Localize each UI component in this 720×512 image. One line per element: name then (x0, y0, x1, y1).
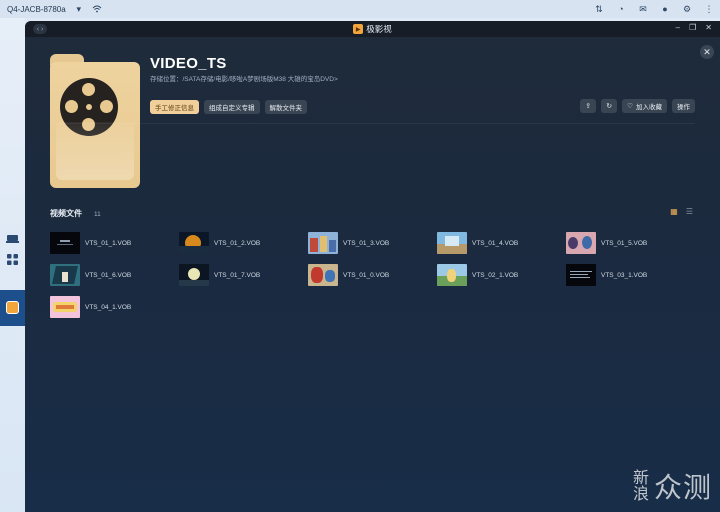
left-dock (0, 18, 25, 512)
file-item[interactable]: VTS_01_0.VOB (308, 263, 433, 287)
device-name[interactable]: Q4-JACB-8780a (7, 5, 66, 14)
gauge-icon[interactable]: ◔ (616, 4, 626, 14)
list-view-icon[interactable]: ☰ (686, 207, 693, 216)
dissolve-folder-button[interactable]: 解散文件夹 (264, 100, 307, 114)
video-thumbnail (179, 232, 209, 254)
add-favorite-label: 加入收藏 (636, 104, 662, 111)
file-item[interactable]: VTS_01_2.VOB (179, 231, 304, 255)
video-thumbnail (566, 264, 596, 286)
restore-icon[interactable]: ❐ (689, 23, 696, 32)
wifi-icon (92, 4, 102, 14)
folder-artwork (50, 54, 140, 188)
user-icon[interactable]: ● (660, 4, 670, 14)
sort-icon[interactable]: ⇅ (594, 4, 604, 14)
back-icon[interactable]: ‹ › (33, 24, 47, 34)
file-item[interactable]: VTS_03_1.VOB (566, 263, 691, 287)
video-files-header: 视频文件 11 (50, 208, 101, 219)
share-icon[interactable]: ⇪ (580, 99, 597, 113)
file-item[interactable]: VTS_01_6.VOB (50, 263, 175, 287)
mail-icon[interactable]: ✉ (638, 4, 648, 14)
file-count: 11 (94, 211, 101, 218)
heart-icon: ♡ (627, 103, 633, 110)
file-name: VTS_01_4.VOB (472, 239, 519, 247)
file-name: VTS_03_1.VOB (601, 271, 648, 279)
file-name: VTS_01_0.VOB (343, 271, 390, 279)
manual-fix-button[interactable]: 手工修正信息 (150, 100, 199, 114)
gear-icon[interactable]: ⚙ (682, 4, 692, 14)
file-item[interactable]: VTS_01_3.VOB (308, 231, 433, 255)
app-window: ‹ › ▶ 极影视 – ❐ ✕ ✕ VIDEO_TS 存储位置：/SATA存储/… (25, 21, 720, 512)
video-thumbnail (50, 264, 80, 286)
close-window-icon[interactable]: ✕ (705, 23, 712, 32)
more-icon[interactable]: ⋮ (704, 4, 714, 14)
sina-zhongce-watermark: 新 浪 众测 (632, 466, 712, 506)
window-titlebar: ‹ › ▶ 极影视 – ❐ ✕ (25, 21, 720, 37)
file-item[interactable]: VTS_01_7.VOB (179, 263, 304, 287)
file-name: VTS_01_6.VOB (85, 271, 132, 279)
video-thumbnail (308, 232, 338, 254)
chevron-down-icon[interactable]: ▾ (74, 4, 84, 14)
divider (50, 123, 695, 124)
video-thumbnail (50, 296, 80, 318)
folder-title: VIDEO_TS (150, 55, 227, 72)
grid-view-icon[interactable]: ▦ (670, 207, 678, 216)
file-item[interactable]: VTS_04_1.VOB (50, 295, 175, 319)
video-app-icon (6, 301, 19, 314)
add-favorite-button[interactable]: ♡ 加入收藏 (622, 99, 667, 113)
folder-actions: 手工修正信息 组成自定义专辑 解散文件夹 (150, 100, 307, 114)
watermark-brand: 众测 (653, 471, 712, 504)
folder-right-actions: ⇪ ↻ ♡ 加入收藏 操作 (580, 99, 695, 113)
apps-grid-icon[interactable] (3, 250, 21, 268)
video-thumbnail (437, 232, 467, 254)
folder-path: 存储位置：/SATA存储/电影/哆啦A梦剧场版M38 大雄的宝岛DVD> (150, 76, 338, 83)
video-thumbnail (566, 232, 596, 254)
watermark-line2: 浪 (632, 484, 649, 503)
file-name: VTS_01_3.VOB (343, 239, 390, 247)
video-thumbnail (179, 264, 209, 286)
file-name: VTS_02_1.VOB (472, 271, 519, 279)
system-top-bar: Q4-JACB-8780a ▾ ⇅ ◔ ✉ ● ⚙ ⋮ (0, 0, 720, 18)
file-item[interactable]: VTS_01_4.VOB (437, 231, 562, 255)
video-thumbnail (308, 264, 338, 286)
drive-icon[interactable] (3, 230, 21, 248)
file-name: VTS_01_7.VOB (214, 271, 261, 279)
form-album-button[interactable]: 组成自定义专辑 (204, 100, 260, 114)
app-logo-icon: ▶ (353, 24, 364, 34)
video-thumbnail (50, 232, 80, 254)
video-thumbnail (437, 264, 467, 286)
dock-item-video-app[interactable] (0, 290, 25, 326)
minimize-icon[interactable]: – (676, 23, 680, 32)
file-name: VTS_01_1.VOB (85, 239, 132, 247)
file-name: VTS_01_2.VOB (214, 239, 261, 247)
file-name: VTS_04_1.VOB (85, 303, 132, 311)
section-title: 视频文件 (50, 209, 82, 218)
file-item[interactable]: VTS_01_5.VOB (566, 231, 691, 255)
file-name: VTS_01_5.VOB (601, 239, 648, 247)
close-panel-button[interactable]: ✕ (700, 45, 714, 59)
refresh-icon[interactable]: ↻ (601, 99, 618, 113)
operate-button[interactable]: 操作 (672, 99, 695, 113)
view-toggle: ▦ ☰ (670, 207, 693, 216)
file-item[interactable]: VTS_02_1.VOB (437, 263, 562, 287)
file-item[interactable]: VTS_01_1.VOB (50, 231, 175, 255)
window-title: 极影视 (366, 24, 392, 34)
